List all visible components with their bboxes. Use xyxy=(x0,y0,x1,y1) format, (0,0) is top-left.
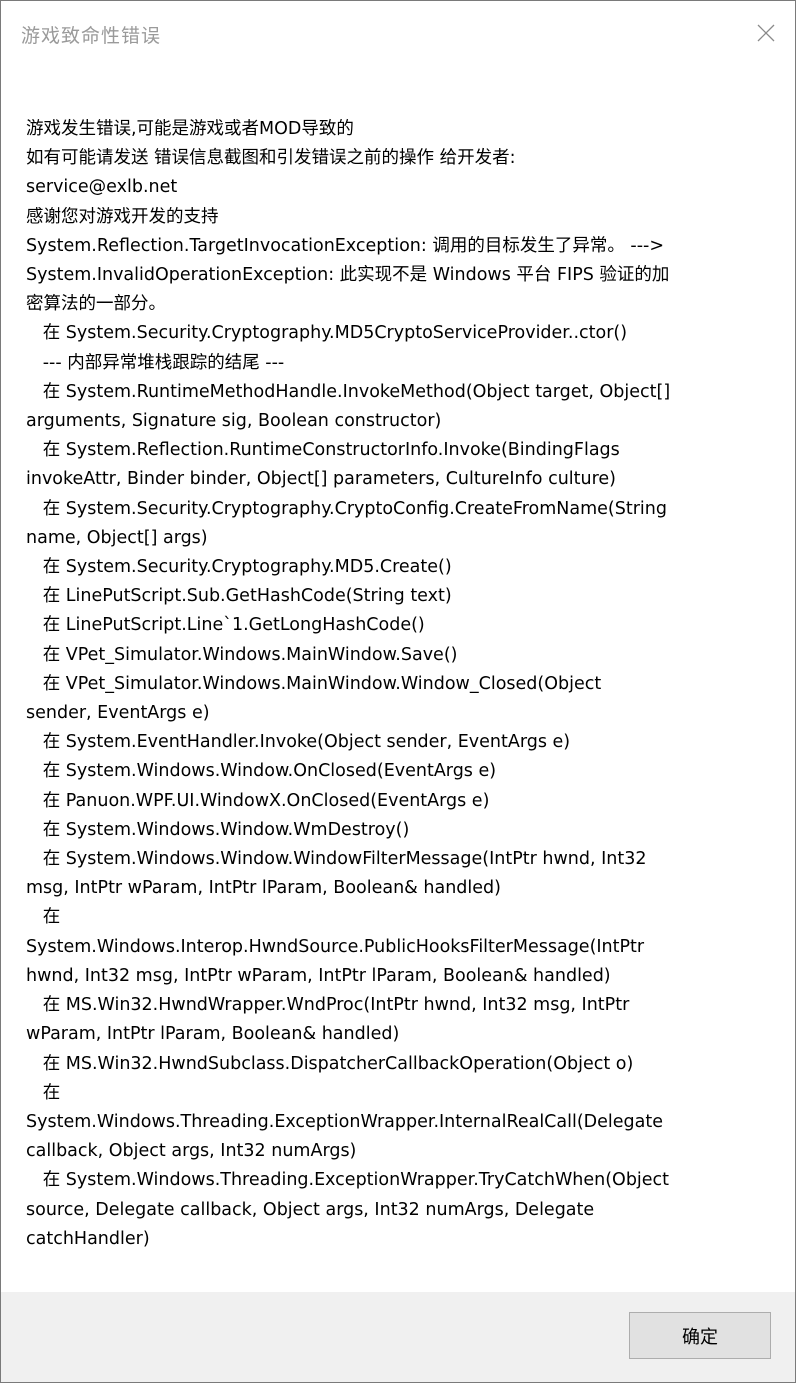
close-icon xyxy=(757,24,775,42)
title-bar: 游戏致命性错误 xyxy=(1,1,795,65)
error-message-text: 游戏发生错误,可能是游戏或者MOD导致的 如有可能请发送 错误信息截图和引发错误… xyxy=(26,119,671,1249)
ok-button[interactable]: 确定 xyxy=(629,1312,771,1359)
close-button[interactable] xyxy=(737,1,795,65)
error-dialog: 游戏致命性错误 游戏发生错误,可能是游戏或者MOD导致的 如有可能请发送 错误信… xyxy=(0,0,796,1383)
dialog-title: 游戏致命性错误 xyxy=(21,25,162,47)
dialog-footer: 确定 xyxy=(1,1292,795,1382)
